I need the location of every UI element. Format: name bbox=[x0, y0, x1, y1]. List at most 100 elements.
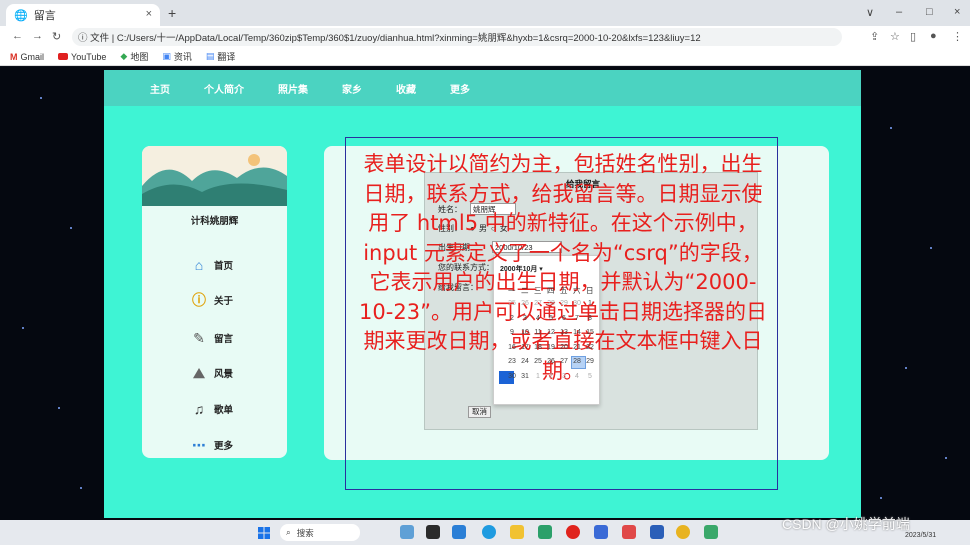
calendar-day[interactable]: 26 bbox=[519, 300, 531, 307]
calendar-day[interactable]: 4 bbox=[571, 373, 583, 380]
calendar-day[interactable]: 30 bbox=[571, 300, 583, 307]
sidebar-item-guestbook[interactable]: ✎ 留言 bbox=[190, 329, 233, 347]
calendar-day[interactable]: 17 bbox=[519, 344, 531, 351]
notepad-icon[interactable] bbox=[704, 525, 718, 539]
sidebar-item-scenery[interactable]: ⛰ 风景 bbox=[190, 364, 233, 382]
vscode-icon[interactable] bbox=[452, 525, 466, 539]
address-bar[interactable]: ⓘ 文件 | C:/Users/十一/AppData/Local/Temp/36… bbox=[72, 28, 842, 46]
calendar-day[interactable]: 30 bbox=[506, 373, 518, 380]
sidebar-item-playlist[interactable]: ♫ 歌单 bbox=[190, 400, 233, 418]
taskbar-search[interactable]: ⌕ 搜索 bbox=[280, 524, 360, 541]
calendar-day[interactable]: 3 bbox=[558, 373, 570, 380]
calendar-day[interactable]: 13 bbox=[558, 329, 570, 336]
calendar-day[interactable]: 2 bbox=[506, 315, 518, 322]
calendar-weekday: 三 bbox=[534, 286, 542, 295]
tab-guestbook[interactable]: 🌐 留言 × bbox=[6, 4, 160, 26]
calendar-day[interactable]: 28 bbox=[571, 358, 583, 365]
nav-favorites[interactable]: 收藏 bbox=[396, 81, 416, 96]
calendar-day[interactable]: 24 bbox=[519, 358, 531, 365]
reload-icon[interactable]: ↻ bbox=[52, 30, 61, 43]
profile-icon[interactable]: ● bbox=[930, 30, 937, 42]
bookmark-gmail[interactable]: M Gmail bbox=[10, 52, 44, 62]
forward-icon[interactable]: → bbox=[32, 30, 43, 42]
close-window-button[interactable]: × bbox=[954, 6, 960, 18]
browser-window: 🌐 留言 × + ∨ – □ × ← → ↻ ⓘ 文件 | C:/Users/十… bbox=[0, 0, 970, 545]
calendar-day[interactable]: 26 bbox=[545, 358, 557, 365]
calendar-day[interactable]: 18 bbox=[532, 344, 544, 351]
folder-icon[interactable] bbox=[510, 525, 524, 539]
calendar-day[interactable]: 1 bbox=[532, 373, 544, 380]
calendar-weekday: 六 bbox=[573, 286, 581, 295]
calendar-day[interactable]: 9 bbox=[506, 329, 518, 336]
star-icon[interactable]: ☆ bbox=[890, 30, 900, 43]
annotation-text: 表单设计以简约为主，包括姓名性别，出生日期，联系方式，给我留言等。日期显示使用了… bbox=[359, 152, 767, 383]
calendar-day[interactable]: 10 bbox=[519, 329, 531, 336]
netease-icon[interactable] bbox=[566, 525, 580, 539]
minimize-button[interactable]: – bbox=[896, 6, 902, 18]
edge-icon[interactable] bbox=[482, 525, 496, 539]
nav-home[interactable]: 主页 bbox=[150, 81, 170, 96]
calendar-day[interactable]: 31 bbox=[519, 373, 531, 380]
new-tab-button[interactable]: + bbox=[168, 5, 176, 21]
nav-hometown[interactable]: 家乡 bbox=[342, 81, 362, 96]
calendar-day[interactable]: 3 bbox=[519, 315, 531, 322]
app-icon[interactable] bbox=[594, 525, 608, 539]
calendar-day[interactable]: 25 bbox=[532, 358, 544, 365]
calendar-day[interactable]: 29 bbox=[584, 358, 596, 365]
calendar-day[interactable]: 1 bbox=[584, 300, 596, 307]
home-icon: ⌂ bbox=[194, 257, 204, 273]
calendar-day[interactable]: 28 bbox=[545, 300, 557, 307]
calendar-day[interactable]: 22 bbox=[584, 344, 596, 351]
calendar-day[interactable]: 7 bbox=[571, 315, 583, 322]
back-icon[interactable]: ← bbox=[12, 30, 23, 42]
nav-more[interactable]: 更多 bbox=[450, 81, 470, 96]
menu-icon[interactable]: ⋮ bbox=[952, 30, 963, 43]
nav-profile[interactable]: 个人简介 bbox=[204, 81, 244, 96]
word-icon[interactable] bbox=[650, 525, 664, 539]
close-tab-icon[interactable]: × bbox=[146, 8, 152, 20]
calendar-day[interactable]: 20 bbox=[558, 344, 570, 351]
sidebar-item-home[interactable]: ⌂ 首页 bbox=[190, 256, 233, 274]
sidepanel-icon[interactable]: ▯ bbox=[910, 30, 916, 43]
wechat-icon[interactable] bbox=[538, 525, 552, 539]
calendar-day[interactable]: 5 bbox=[584, 373, 596, 380]
search-label: 搜索 bbox=[296, 527, 314, 538]
chrome-icon[interactable] bbox=[676, 525, 690, 539]
task-view-icon[interactable] bbox=[426, 525, 440, 539]
calendar-day[interactable]: 6 bbox=[558, 315, 570, 322]
windows-start-icon[interactable] bbox=[258, 526, 270, 539]
calendar-day[interactable]: 16 bbox=[506, 344, 518, 351]
bookmark-translate[interactable]: ▤ 翻译 bbox=[206, 50, 236, 63]
landscape-banner bbox=[142, 146, 287, 206]
calendar-day[interactable]: 25 bbox=[506, 300, 518, 307]
calendar-day[interactable]: 4 bbox=[532, 315, 544, 322]
calendar-day[interactable]: 8 bbox=[584, 315, 596, 322]
bookmark-news[interactable]: ▣ 资讯 bbox=[162, 50, 192, 63]
youtube-icon bbox=[58, 53, 69, 60]
calendar-day[interactable]: 15 bbox=[584, 329, 596, 336]
calendar-day[interactable]: 11 bbox=[532, 329, 544, 336]
calendar-day[interactable]: 23 bbox=[506, 358, 518, 365]
bookmark-youtube[interactable]: YouTube bbox=[58, 52, 106, 62]
calendar-day[interactable]: 21 bbox=[571, 344, 583, 351]
pdf-icon[interactable] bbox=[622, 525, 636, 539]
calendar-day[interactable]: 29 bbox=[558, 300, 570, 307]
calendar-day[interactable]: 27 bbox=[558, 358, 570, 365]
calendar-day[interactable]: 14 bbox=[571, 329, 583, 336]
maximize-button[interactable]: □ bbox=[926, 6, 933, 18]
mountain-illustration bbox=[142, 146, 287, 206]
url-prefix: ⓘ 文件 | bbox=[78, 33, 115, 44]
share-icon[interactable]: ⇪ bbox=[870, 30, 879, 43]
tab-search-button[interactable]: ∨ bbox=[866, 6, 874, 19]
bookmark-maps[interactable]: ◆ 地图 bbox=[120, 50, 148, 63]
nav-photos[interactable]: 照片集 bbox=[278, 81, 308, 96]
calendar-day[interactable]: 2 bbox=[545, 373, 557, 380]
calendar-day[interactable]: 19 bbox=[545, 344, 557, 351]
calendar-day[interactable]: 27 bbox=[532, 300, 544, 307]
weather-icon[interactable] bbox=[400, 525, 414, 539]
calendar-day[interactable]: 12 bbox=[545, 329, 557, 336]
sidebar-item-more[interactable]: ⋯ 更多 bbox=[190, 436, 233, 454]
gmail-icon: M bbox=[10, 51, 18, 62]
sidebar-item-about[interactable]: ⓘ 关于 bbox=[190, 291, 233, 309]
calendar-day[interactable]: 5 bbox=[545, 315, 557, 322]
